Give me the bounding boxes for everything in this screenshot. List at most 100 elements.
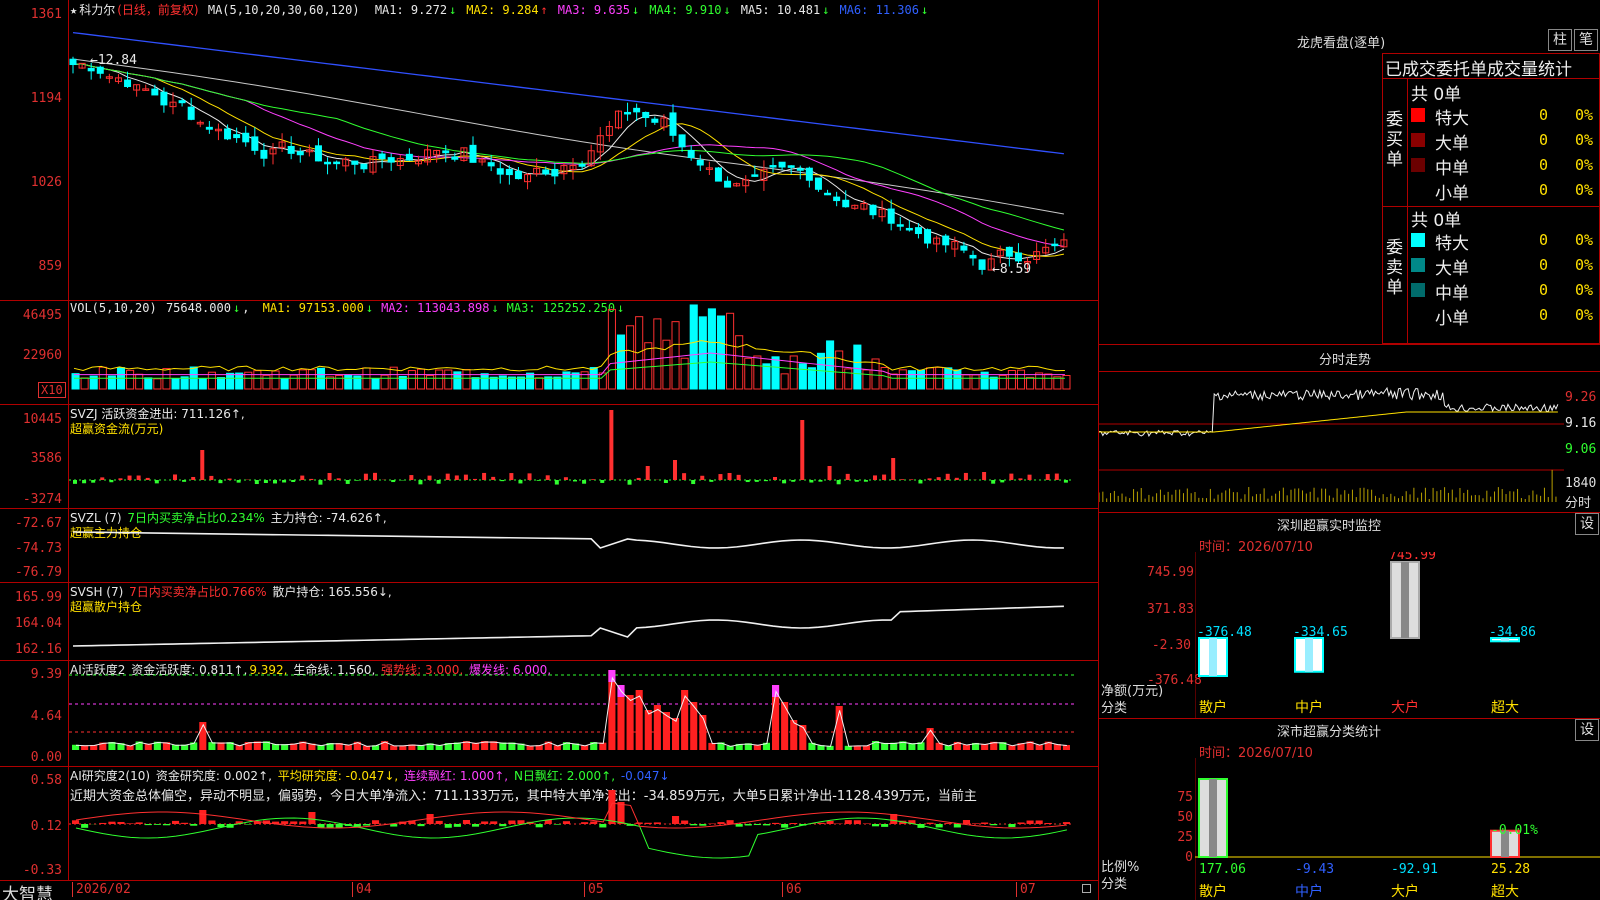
volume-bar [507,376,516,390]
volume-bar [462,369,471,390]
svzj-bar [873,475,877,480]
candle-body [942,235,950,246]
ai-research-bar [817,822,825,824]
volume-bar [326,376,335,390]
bar-view-button[interactable]: 柱 [1548,29,1572,51]
ai-research-bar [790,822,798,824]
vol-tick: 22960 [22,348,62,363]
monitor-bar [1294,636,1324,673]
candle-body [842,199,850,208]
ai-research-bar [472,824,480,827]
tick-view-button[interactable]: 笔 [1574,29,1598,51]
svzl-panel[interactable]: SVZL (7) 7日内买卖净占比0.234% 主力持仓: -74.626↑, … [0,508,1098,582]
classify-xlabel: 分类 [1101,877,1128,892]
volume-bar [698,316,707,390]
svzj-bar [791,480,796,482]
svzj-bar [627,480,632,485]
svzj-bar [827,466,832,480]
svzj-bar [1018,478,1023,480]
volume-bar [344,374,353,390]
svzj-bar [745,480,750,483]
vol-ma2-line [74,352,1065,376]
ai-research-bar [435,820,443,824]
svzj-bar [963,472,968,480]
candle-body [642,111,650,119]
candle-body [442,150,450,154]
ai-research-bar [553,824,561,825]
volume-bar [1044,373,1053,390]
price-tick: 1194 [30,91,62,106]
monitor-settings-button[interactable]: 设 [1575,513,1599,535]
ai-research-bar [735,824,743,827]
candle-body [624,111,632,115]
ai-research-bar [962,820,970,824]
monitor-bar-shade [1209,637,1217,676]
order-count: 0 [1539,131,1549,149]
svsh-tick: 165.99 [15,590,62,605]
classify-value: -92.91 [1391,862,1438,877]
price-panel[interactable]: ★ 科力尔 (日线，前复权) MA(5,10,20,30,60,120) MA1: … [0,0,1098,300]
ai-research-tick: 0.58 [30,773,62,788]
classify-title: 深市超赢分类统计 [1277,725,1382,740]
classify-settings-button[interactable]: 设 [1575,719,1599,741]
svzj-bar [800,420,805,480]
ai-active-bar [799,725,807,750]
classify-category: 超大 [1491,884,1519,900]
ai-research-bar [990,824,998,826]
volume-panel[interactable]: VOL(5,10,20) 75648.000 ↓, MA1: 97153.000 ↓… [0,300,1098,404]
svsh-chart[interactable] [69,582,1098,660]
volume-bar [653,318,662,390]
svzj-bar [273,480,277,484]
candle-body [805,167,813,181]
svzj-bar [291,480,296,483]
candle-body [1014,252,1022,262]
order-color-swatch [1411,133,1425,147]
classify-category: 大户 [1391,883,1419,900]
volume-bar [380,374,389,390]
order-percent: 0% [1575,156,1594,174]
ai-active-bar [653,705,661,750]
vol-unit-badge: X10 [38,382,66,398]
candle-body [714,167,722,182]
candle-body [896,224,904,227]
candle-body [451,156,459,160]
monitor-xlabel: 分类 [1101,701,1128,716]
svzj-bar [845,473,850,480]
svzj-bar [518,480,523,484]
ai-research-bar [744,824,752,826]
svzj-bar [454,475,459,480]
ai-research-bar [172,820,180,824]
volume-bar [307,369,316,390]
svzj-bar [1027,474,1032,480]
svzj-chart[interactable] [69,404,1098,508]
ai-active-bar [781,702,789,750]
intraday-panel[interactable]: 分时走势 9.26 9.16 9.06 1840 分时 [1099,344,1600,512]
svzj-bar [118,478,123,480]
svsh-panel[interactable]: SVSH (7) 7日内买卖净占比0.766% 散户持仓: 165.556↓, … [0,582,1098,660]
ai-active-panel[interactable]: AI活跃度2 资金活跃度: 0.811↑, 9.392, 生命线: 1.560, … [0,660,1098,766]
svzj-bar [473,478,477,480]
intraday-chart[interactable] [1099,372,1564,512]
candlestick-chart[interactable] [69,14,1098,300]
order-percent: 0% [1575,306,1594,324]
candle-body [796,168,804,171]
order-percent: 0% [1575,106,1594,124]
volume-chart[interactable] [69,300,1098,404]
svzl-chart[interactable] [69,508,1098,582]
ai-research-bar [708,823,716,824]
svzl-tick: -74.73 [15,541,62,556]
candle-body [960,245,968,251]
volume-bar [426,374,435,390]
order-count: 0 [1539,281,1549,299]
ai-research-bar [99,822,107,824]
ai-active-chart[interactable] [69,660,1098,766]
ai-research-bar [244,824,252,825]
volume-bar [262,374,271,390]
svzj-panel[interactable]: SVZJ 活跃资金进出: 711.126↑, 超赢资金流(万元) 10445 3… [0,404,1098,508]
svzj-bar [763,480,768,482]
ai-research-bar [490,821,498,824]
ai-research-chart[interactable] [69,766,1098,880]
lock-icon[interactable] [1082,884,1091,893]
ai-research-panel[interactable]: AI研究度2(10) 资金研究度: 0.002↑, 平均研究度: -0.047↓… [0,766,1098,880]
candle-body [151,88,159,96]
